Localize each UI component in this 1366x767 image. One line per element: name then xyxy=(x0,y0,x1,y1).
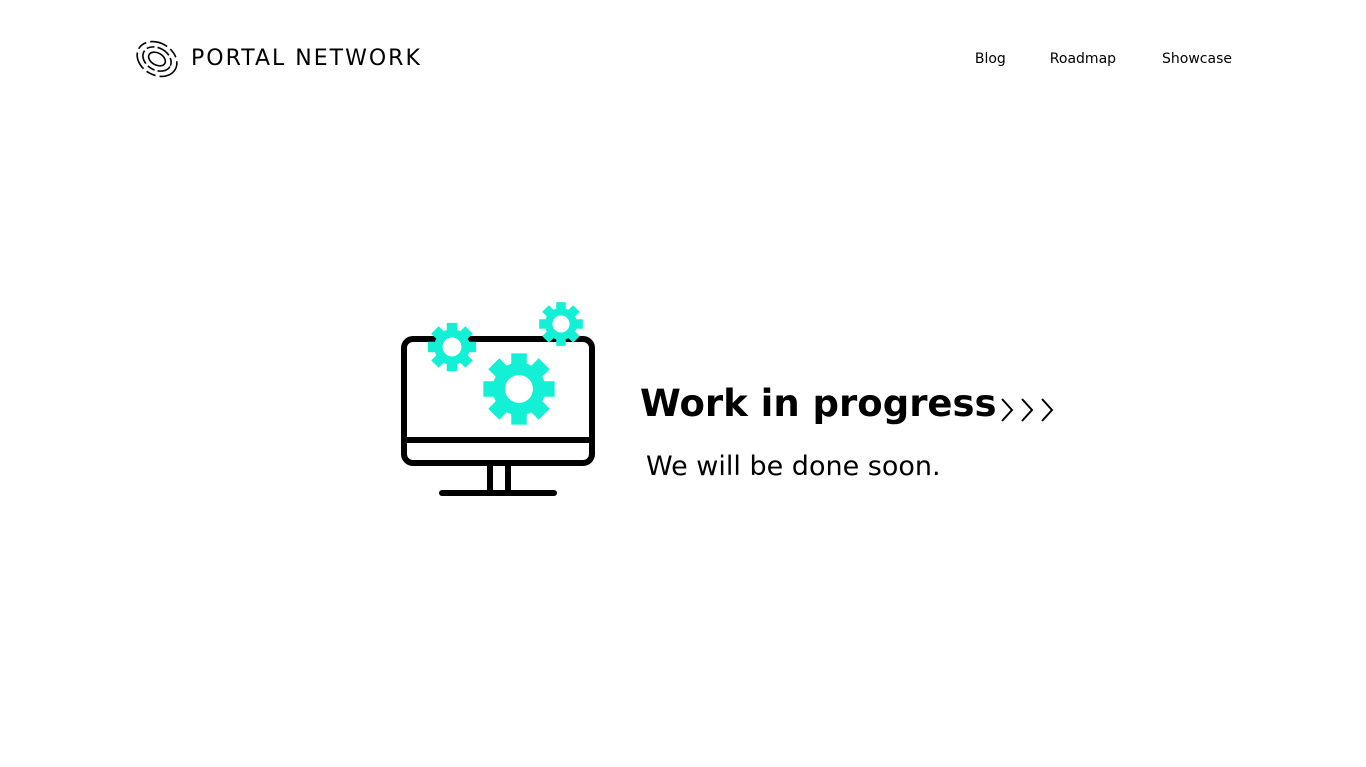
monitor-with-gears-icon xyxy=(401,302,595,496)
nav-showcase[interactable]: Showcase xyxy=(1162,49,1232,69)
logo-link[interactable]: PORTAL NETWORK xyxy=(133,38,422,80)
nav-roadmap[interactable]: Roadmap xyxy=(1050,49,1116,69)
page-subtitle: We will be done soon. xyxy=(646,451,941,482)
site-header: PORTAL NETWORK Blog Roadmap Showcase xyxy=(0,0,1366,120)
page-title: Work in progress xyxy=(640,382,997,425)
nav-blog[interactable]: Blog xyxy=(975,49,1006,69)
main-nav: Blog Roadmap Showcase xyxy=(975,49,1232,69)
portal-swirl-icon xyxy=(136,40,178,78)
triple-chevron-right-icon xyxy=(1001,398,1054,422)
logo-text: PORTAL NETWORK xyxy=(191,46,422,71)
